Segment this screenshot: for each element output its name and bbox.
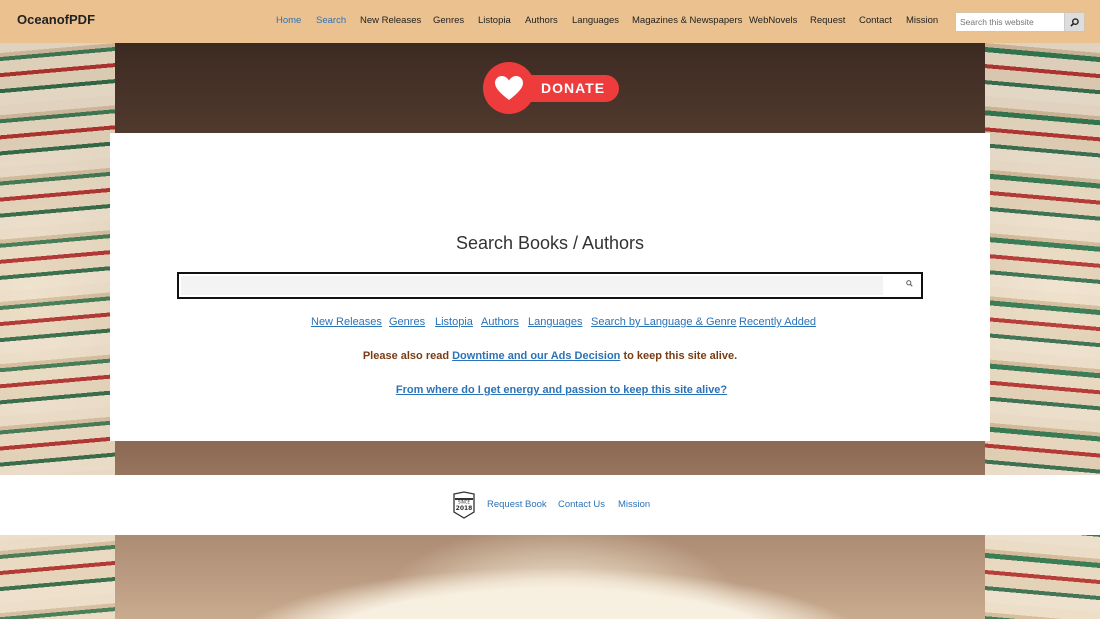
badge-since: SINCE xyxy=(458,500,471,505)
link-new-releases[interactable]: New Releases xyxy=(311,316,382,328)
donate-button[interactable]: DONATE xyxy=(483,62,619,114)
link-authors[interactable]: Authors xyxy=(481,316,519,328)
nav-search[interactable]: Search xyxy=(316,15,346,26)
link-listopia[interactable]: Listopia xyxy=(435,316,473,328)
book-search-button[interactable] xyxy=(903,277,915,289)
nav-mission[interactable]: Mission xyxy=(906,15,938,26)
link-recently-added[interactable]: Recently Added xyxy=(739,316,816,328)
site-header: OceanofPDF Home Search New Releases Genr… xyxy=(0,0,1100,43)
footer-link-request-book[interactable]: Request Book xyxy=(487,499,547,510)
header-search-input[interactable] xyxy=(956,13,1068,31)
link-search-language-genre[interactable]: Search by Language & Genre xyxy=(591,316,737,328)
nav-contact[interactable]: Contact xyxy=(859,15,892,26)
badge-year: 2018 xyxy=(456,505,473,512)
open-book-image xyxy=(120,540,980,619)
energy-line: From where do I get energy and passion t… xyxy=(110,384,1013,396)
since-2018-badge-icon: SINCE 2018 xyxy=(453,491,475,519)
link-genres[interactable]: Genres xyxy=(389,316,425,328)
footer-link-contact-us[interactable]: Contact Us xyxy=(558,499,605,510)
ads-notice: Please also read Downtime and our Ads De… xyxy=(110,350,990,362)
notice-prefix: Please also read xyxy=(362,350,453,362)
energy-passion-link[interactable]: From where do I get energy and passion t… xyxy=(396,384,727,396)
donate-heart-circle xyxy=(483,62,535,114)
nav-new-releases[interactable]: New Releases xyxy=(360,15,421,26)
donate-label: DONATE xyxy=(541,80,606,96)
nav-magazines-newspapers[interactable]: Magazines & Newspapers xyxy=(632,15,742,26)
main-panel: Search Books / Authors New Releases Genr… xyxy=(110,133,990,441)
link-languages[interactable]: Languages xyxy=(528,316,582,328)
nav-listopia[interactable]: Listopia xyxy=(478,15,511,26)
book-search-box xyxy=(177,272,923,299)
footer-link-mission[interactable]: Mission xyxy=(618,499,650,510)
site-footer: SINCE 2018 Request Book Contact Us Missi… xyxy=(0,475,1100,535)
heart-icon xyxy=(495,75,523,100)
header-search xyxy=(955,12,1085,32)
nav-request[interactable]: Request xyxy=(810,15,845,26)
nav-genres[interactable]: Genres xyxy=(433,15,464,26)
nav-home[interactable]: Home xyxy=(276,15,301,26)
header-search-button[interactable] xyxy=(1064,13,1084,31)
nav-webnovels[interactable]: WebNovels xyxy=(749,15,797,26)
notice-suffix: to keep this site alive. xyxy=(620,350,738,362)
search-icon xyxy=(1070,17,1079,27)
nav-languages[interactable]: Languages xyxy=(572,15,619,26)
ads-decision-link[interactable]: Downtime and our Ads Decision xyxy=(452,350,620,362)
site-logo[interactable]: OceanofPDF xyxy=(17,12,95,27)
nav-authors[interactable]: Authors xyxy=(525,15,558,26)
search-icon xyxy=(905,279,913,287)
page-title: Search Books / Authors xyxy=(455,233,645,253)
book-search-input[interactable] xyxy=(181,276,883,295)
